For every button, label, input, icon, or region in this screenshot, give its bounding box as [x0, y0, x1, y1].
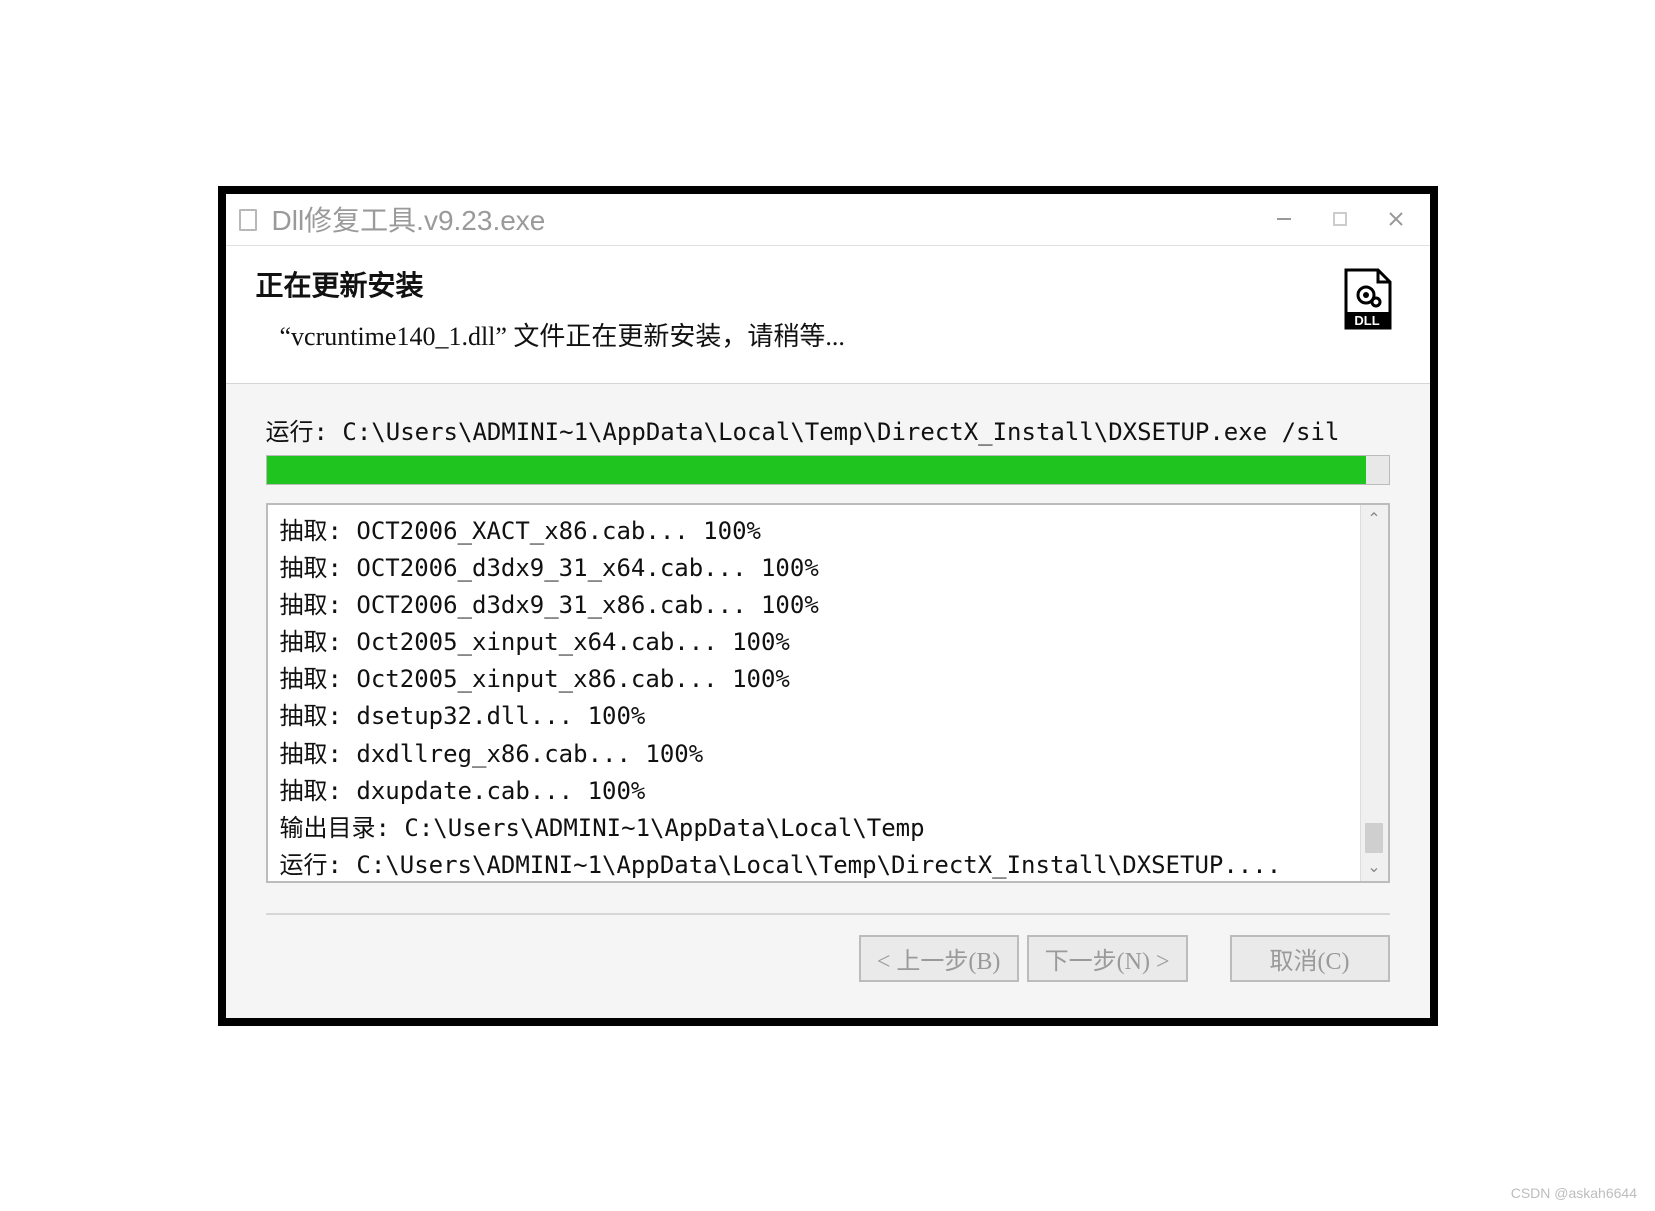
app-icon	[236, 207, 260, 231]
close-button[interactable]	[1368, 199, 1424, 239]
minimize-button[interactable]	[1256, 199, 1312, 239]
minimize-icon	[1275, 210, 1293, 228]
scroll-down-icon[interactable]: ⌄	[1367, 857, 1380, 877]
svg-text:DLL: DLL	[1354, 313, 1379, 328]
next-button[interactable]: 下一步(N) >	[1027, 935, 1188, 982]
log-line: 抽取: Oct2005_xinput_x64.cab... 100%	[280, 624, 1350, 661]
log-output-box: 抽取: OCT2006_XACT_x86.cab... 100% 抽取: OCT…	[266, 503, 1390, 883]
watermark: CSDN @askah6644	[1511, 1185, 1637, 1201]
installer-window-frame: Dll修复工具.v9.23.exe 正在更新安装 “vcruntime140_1…	[218, 186, 1438, 1026]
dll-file-icon: DLL	[1340, 268, 1394, 332]
progress-fill	[267, 456, 1367, 484]
log-line: 抽取: Oct2005_xinput_x86.cab... 100%	[280, 661, 1350, 698]
header-section: 正在更新安装 “vcruntime140_1.dll” 文件正在更新安装，请稍等…	[226, 246, 1430, 384]
progress-bar	[266, 455, 1390, 485]
scroll-up-icon[interactable]: ⌃	[1367, 509, 1380, 529]
installer-window: Dll修复工具.v9.23.exe 正在更新安装 “vcruntime140_1…	[226, 194, 1430, 1018]
header-subtitle: “vcruntime140_1.dll” 文件正在更新安装，请稍等...	[256, 316, 1400, 353]
log-line: 抽取: OCT2006_XACT_x86.cab... 100%	[280, 513, 1350, 550]
log-line: 输出目录: C:\Users\ADMINI~1\AppData\Local\Te…	[280, 810, 1350, 847]
log-line: 抽取: OCT2006_d3dx9_31_x64.cab... 100%	[280, 550, 1350, 587]
divider	[266, 913, 1390, 915]
scroll-thumb[interactable]	[1365, 823, 1383, 853]
log-line: 抽取: dxupdate.cab... 100%	[280, 773, 1350, 810]
maximize-button[interactable]	[1312, 199, 1368, 239]
body-section: 运行: C:\Users\ADMINI~1\AppData\Local\Temp…	[226, 384, 1430, 1018]
window-controls	[1256, 199, 1424, 239]
log-scrollbar[interactable]: ⌃ ⌄	[1360, 505, 1388, 881]
wizard-buttons: < 上一步(B) 下一步(N) > 取消(C)	[266, 935, 1390, 988]
header-title: 正在更新安装	[256, 264, 1400, 304]
window-title: Dll修复工具.v9.23.exe	[272, 199, 1256, 239]
titlebar: Dll修复工具.v9.23.exe	[226, 194, 1430, 246]
current-operation-label: 运行: C:\Users\ADMINI~1\AppData\Local\Temp…	[266, 412, 1390, 447]
maximize-icon	[1331, 210, 1349, 228]
log-line: 抽取: dxdllreg_x86.cab... 100%	[280, 736, 1350, 773]
log-line: 运行: C:\Users\ADMINI~1\AppData\Local\Temp…	[280, 847, 1350, 880]
cancel-button[interactable]: 取消(C)	[1230, 935, 1390, 982]
back-button[interactable]: < 上一步(B)	[859, 935, 1019, 982]
close-icon	[1387, 210, 1405, 228]
log-content: 抽取: OCT2006_XACT_x86.cab... 100% 抽取: OCT…	[268, 505, 1360, 881]
log-line: 抽取: OCT2006_d3dx9_31_x86.cab... 100%	[280, 587, 1350, 624]
log-line: 抽取: dsetup32.dll... 100%	[280, 698, 1350, 735]
